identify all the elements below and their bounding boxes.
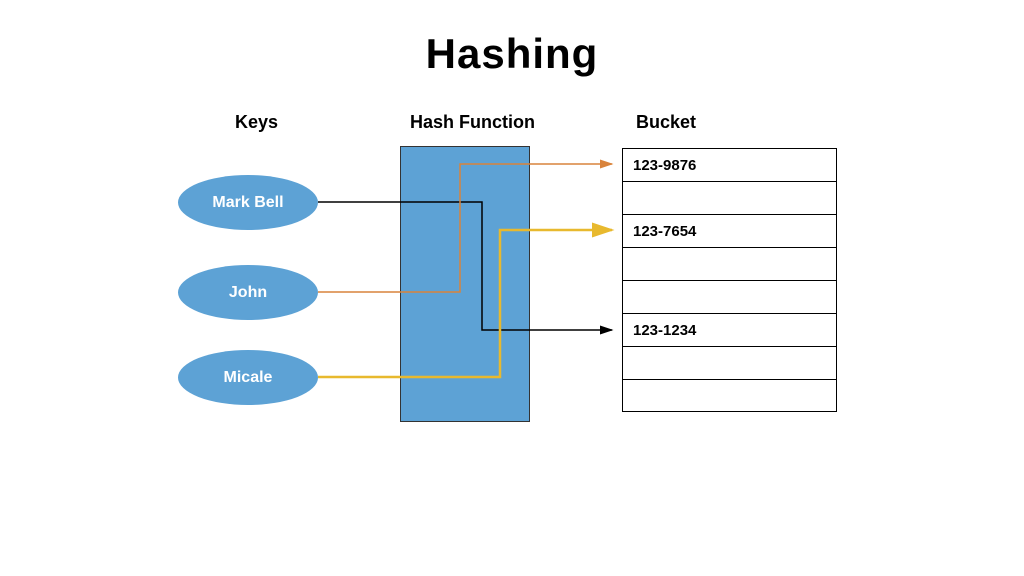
key-ellipse-john: John (178, 265, 318, 320)
bucket-row (622, 379, 837, 412)
bucket-row: 123-9876 (622, 148, 837, 181)
bucket-row: 123-1234 (622, 313, 837, 346)
bucket-row (622, 247, 837, 280)
bucket-row (622, 181, 837, 214)
column-header-hash-function: Hash Function (410, 112, 535, 133)
bucket-row (622, 280, 837, 313)
diagram-title: Hashing (426, 30, 599, 78)
key-ellipse-mark-bell: Mark Bell (178, 175, 318, 230)
key-ellipse-micale: Micale (178, 350, 318, 405)
bucket-row: 123-7654 (622, 214, 837, 247)
bucket-table: 123-9876 123-7654 123-1234 (622, 148, 837, 412)
column-header-bucket: Bucket (636, 112, 696, 133)
column-header-keys: Keys (235, 112, 278, 133)
hash-function-box (400, 146, 530, 422)
bucket-row (622, 346, 837, 379)
